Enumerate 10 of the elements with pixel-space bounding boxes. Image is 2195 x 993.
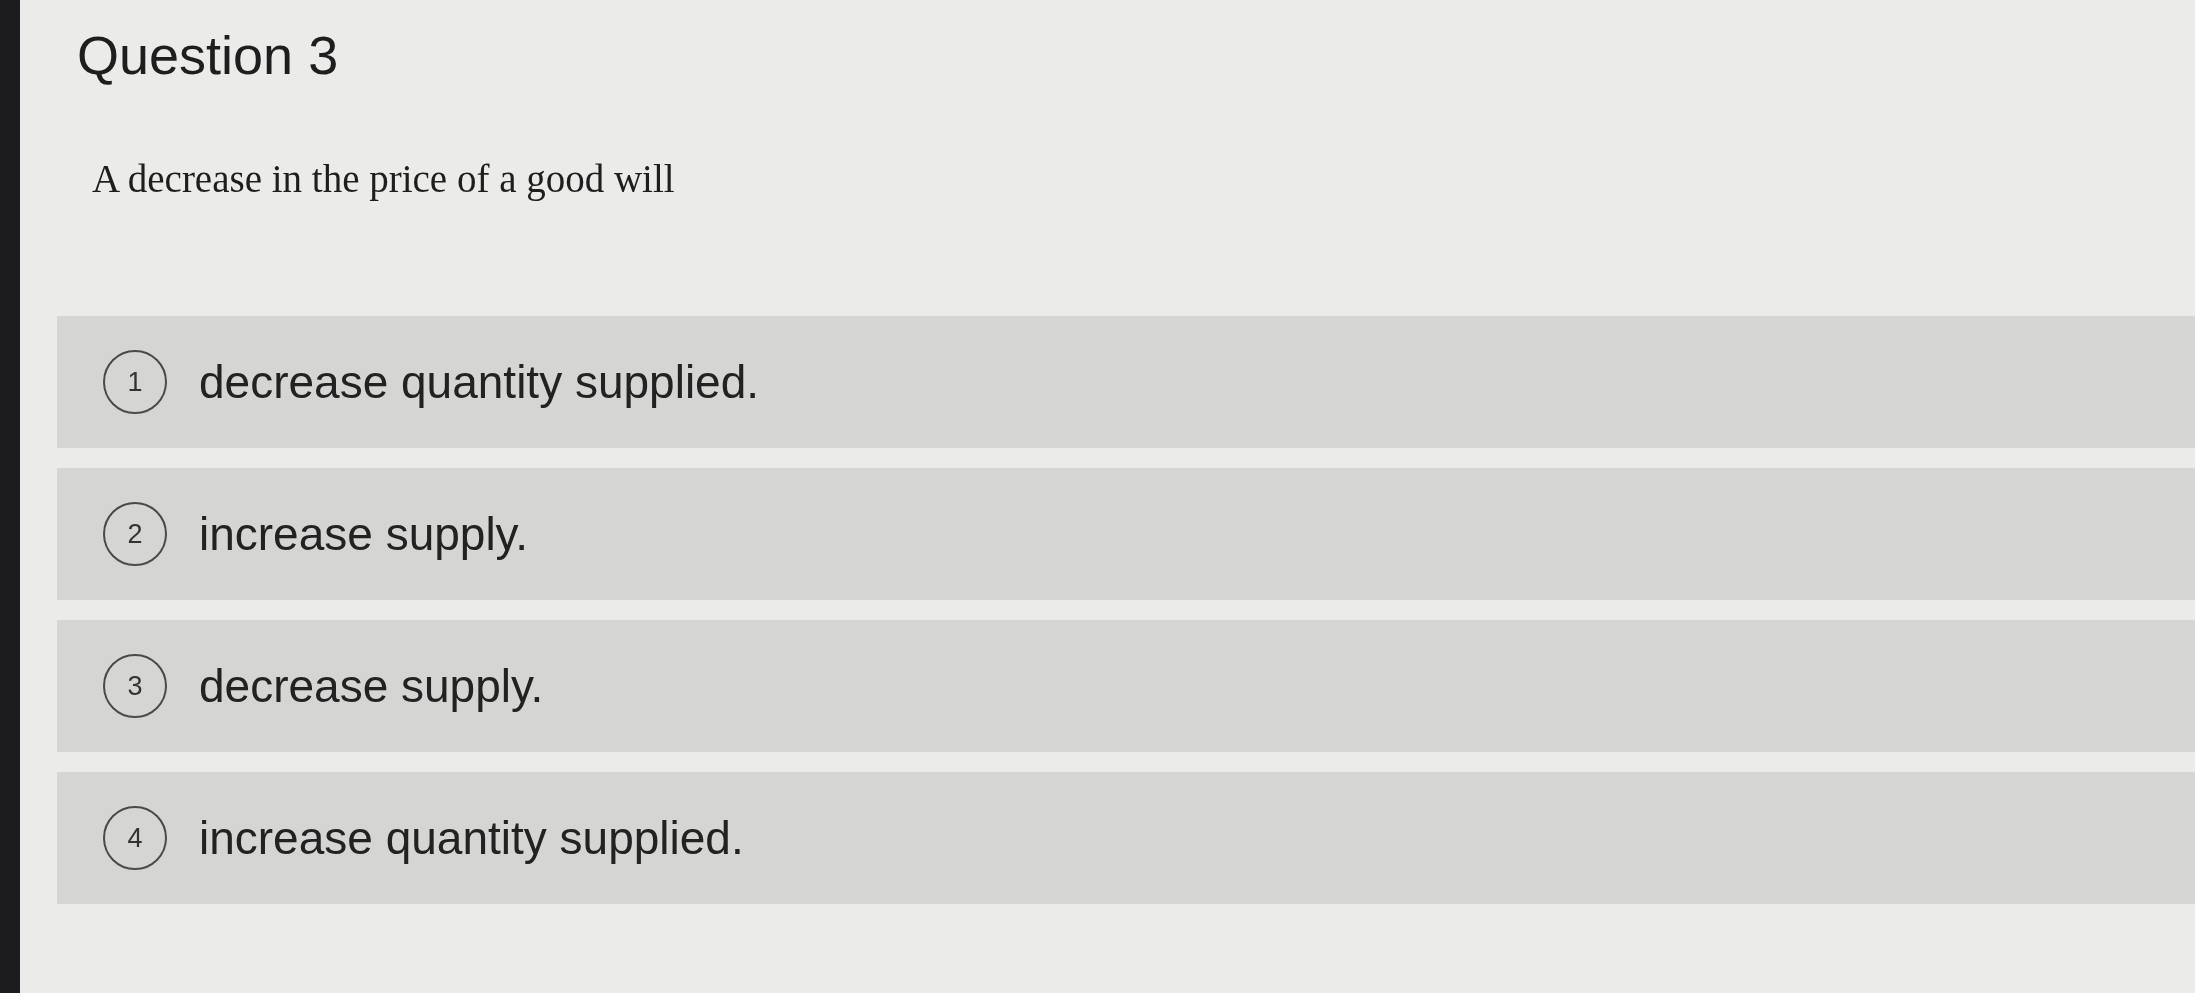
option-number: 1 — [103, 350, 167, 414]
answer-option[interactable]: 4 increase quantity supplied. — [57, 772, 2195, 904]
answer-option[interactable]: 3 decrease supply. — [57, 620, 2195, 752]
option-number: 2 — [103, 502, 167, 566]
option-number: 4 — [103, 806, 167, 870]
question-prompt: A decrease in the price of a good will — [92, 156, 676, 202]
answer-option[interactable]: 2 increase supply. — [57, 468, 2195, 600]
option-number: 3 — [103, 654, 167, 718]
question-title: Question 3 — [77, 24, 340, 86]
answer-option[interactable]: 1 decrease quantity supplied. — [57, 316, 2195, 448]
